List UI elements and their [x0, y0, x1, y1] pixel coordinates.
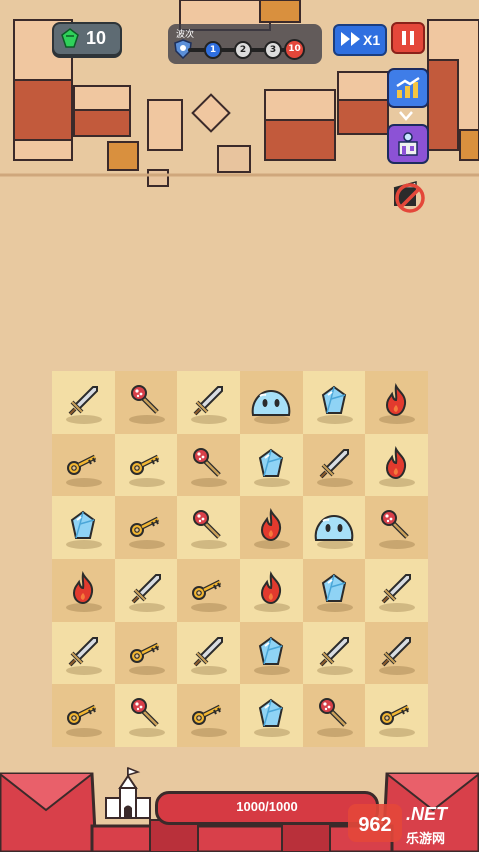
board-cell[interactable] [365, 496, 428, 559]
board-cell[interactable] [365, 621, 428, 685]
board-cell[interactable] [114, 559, 178, 622]
board-cell[interactable] [240, 371, 303, 434]
speed-label: X1 [363, 32, 381, 48]
board-cell[interactable] [52, 433, 115, 497]
site-watermark: 962 .NET 乐游网 [346, 800, 476, 848]
board-cell[interactable] [52, 684, 115, 747]
board-cell[interactable] [302, 684, 366, 747]
wave-step-1: 1 [204, 41, 222, 59]
board-cell[interactable] [240, 621, 303, 685]
board-cell[interactable] [365, 684, 428, 747]
board-cell[interactable] [177, 433, 240, 497]
wave-step-boss: 10 [284, 39, 305, 60]
board-cell[interactable] [302, 496, 366, 559]
board-cell[interactable] [52, 496, 115, 559]
watermark-site-name: 乐游网 [406, 831, 446, 846]
no-ads-button[interactable] [388, 178, 426, 214]
board-cell[interactable] [240, 433, 303, 497]
board-cell[interactable] [365, 371, 428, 434]
watermark-logo: 962 [348, 804, 402, 842]
board-cell[interactable] [177, 496, 240, 559]
board-cell[interactable] [52, 621, 115, 685]
wave-step-2: 2 [234, 41, 252, 59]
gem-count: 10 [86, 28, 107, 48]
pause-button[interactable] [391, 22, 425, 54]
board-cell[interactable] [114, 684, 178, 747]
board-cell[interactable] [114, 496, 178, 559]
board-cell[interactable] [114, 621, 178, 685]
gem-counter: 10 [52, 22, 122, 56]
gem-icon [60, 28, 80, 52]
board-cell[interactable] [52, 371, 115, 434]
chevron-down-icon [399, 106, 413, 125]
board-cell[interactable] [240, 496, 303, 559]
merge-board [52, 371, 428, 747]
board-cell[interactable] [302, 433, 366, 497]
castle-hp-text: 1000/1000 [236, 799, 298, 814]
board-cell[interactable] [365, 433, 428, 497]
board-cell[interactable] [177, 371, 240, 434]
wave-progress: 波次 1 2 3 10 [168, 24, 322, 64]
board-cell[interactable] [365, 559, 428, 622]
board-cell[interactable] [302, 559, 366, 622]
wave-step-3: 3 [264, 41, 282, 59]
svg-text:962: 962 [358, 814, 391, 836]
board-cell[interactable] [302, 621, 366, 685]
no-ads-icon [388, 181, 426, 218]
board-cell[interactable] [177, 684, 240, 747]
board-cell[interactable] [240, 559, 303, 622]
upgrade-chart-button[interactable] [387, 68, 429, 108]
speed-button[interactable]: X1 [333, 24, 387, 56]
watermark-domain: .NET [406, 804, 448, 824]
board-cell[interactable] [240, 684, 303, 747]
board-cell[interactable] [177, 621, 240, 685]
board-cell[interactable] [114, 371, 178, 434]
board-cell[interactable] [177, 559, 240, 622]
pause-icon [401, 30, 415, 50]
castle-icon [104, 766, 152, 826]
chart-upgrade-icon [395, 76, 421, 104]
shop-icon [396, 131, 420, 161]
board-cell[interactable] [302, 371, 366, 434]
shop-button[interactable] [387, 124, 429, 164]
board-cell[interactable] [52, 559, 115, 622]
fast-forward-icon [340, 31, 362, 50]
board-cell[interactable] [114, 433, 178, 497]
